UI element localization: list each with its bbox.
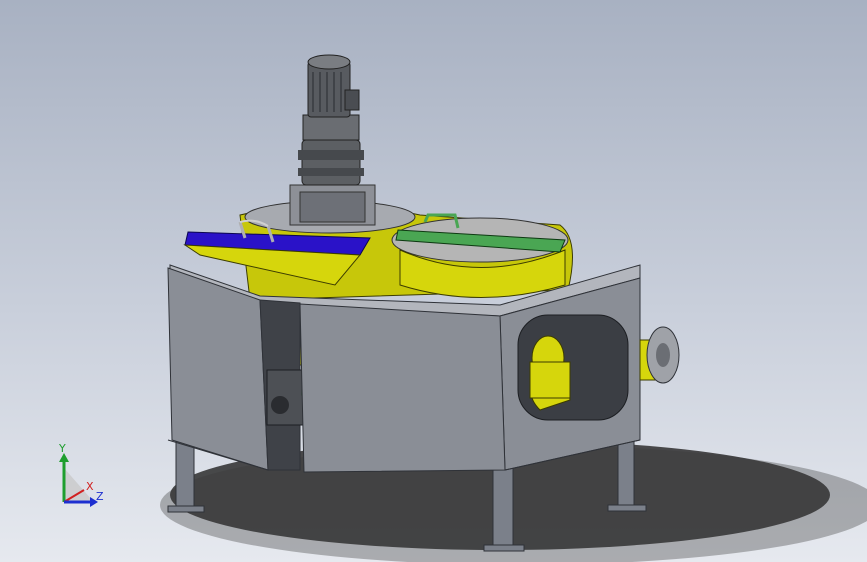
gearbox-icon [301, 139, 361, 186]
axis-triad: Y X Z [58, 442, 104, 507]
frame-body [167, 264, 680, 473]
leg-front-left [175, 439, 195, 511]
z-axis-label: Z [96, 490, 104, 503]
x-axis-label: X [86, 480, 94, 493]
leg-front-right [492, 467, 514, 551]
front-left-door[interactable] [167, 267, 269, 471]
front-right-door[interactable] [299, 303, 506, 473]
y-axis-label: Y [58, 442, 66, 455]
model-viewport[interactable] [0, 0, 867, 562]
terminal-box [344, 89, 360, 111]
motor-icon [307, 61, 351, 118]
motor-assembly[interactable] [244, 54, 416, 234]
